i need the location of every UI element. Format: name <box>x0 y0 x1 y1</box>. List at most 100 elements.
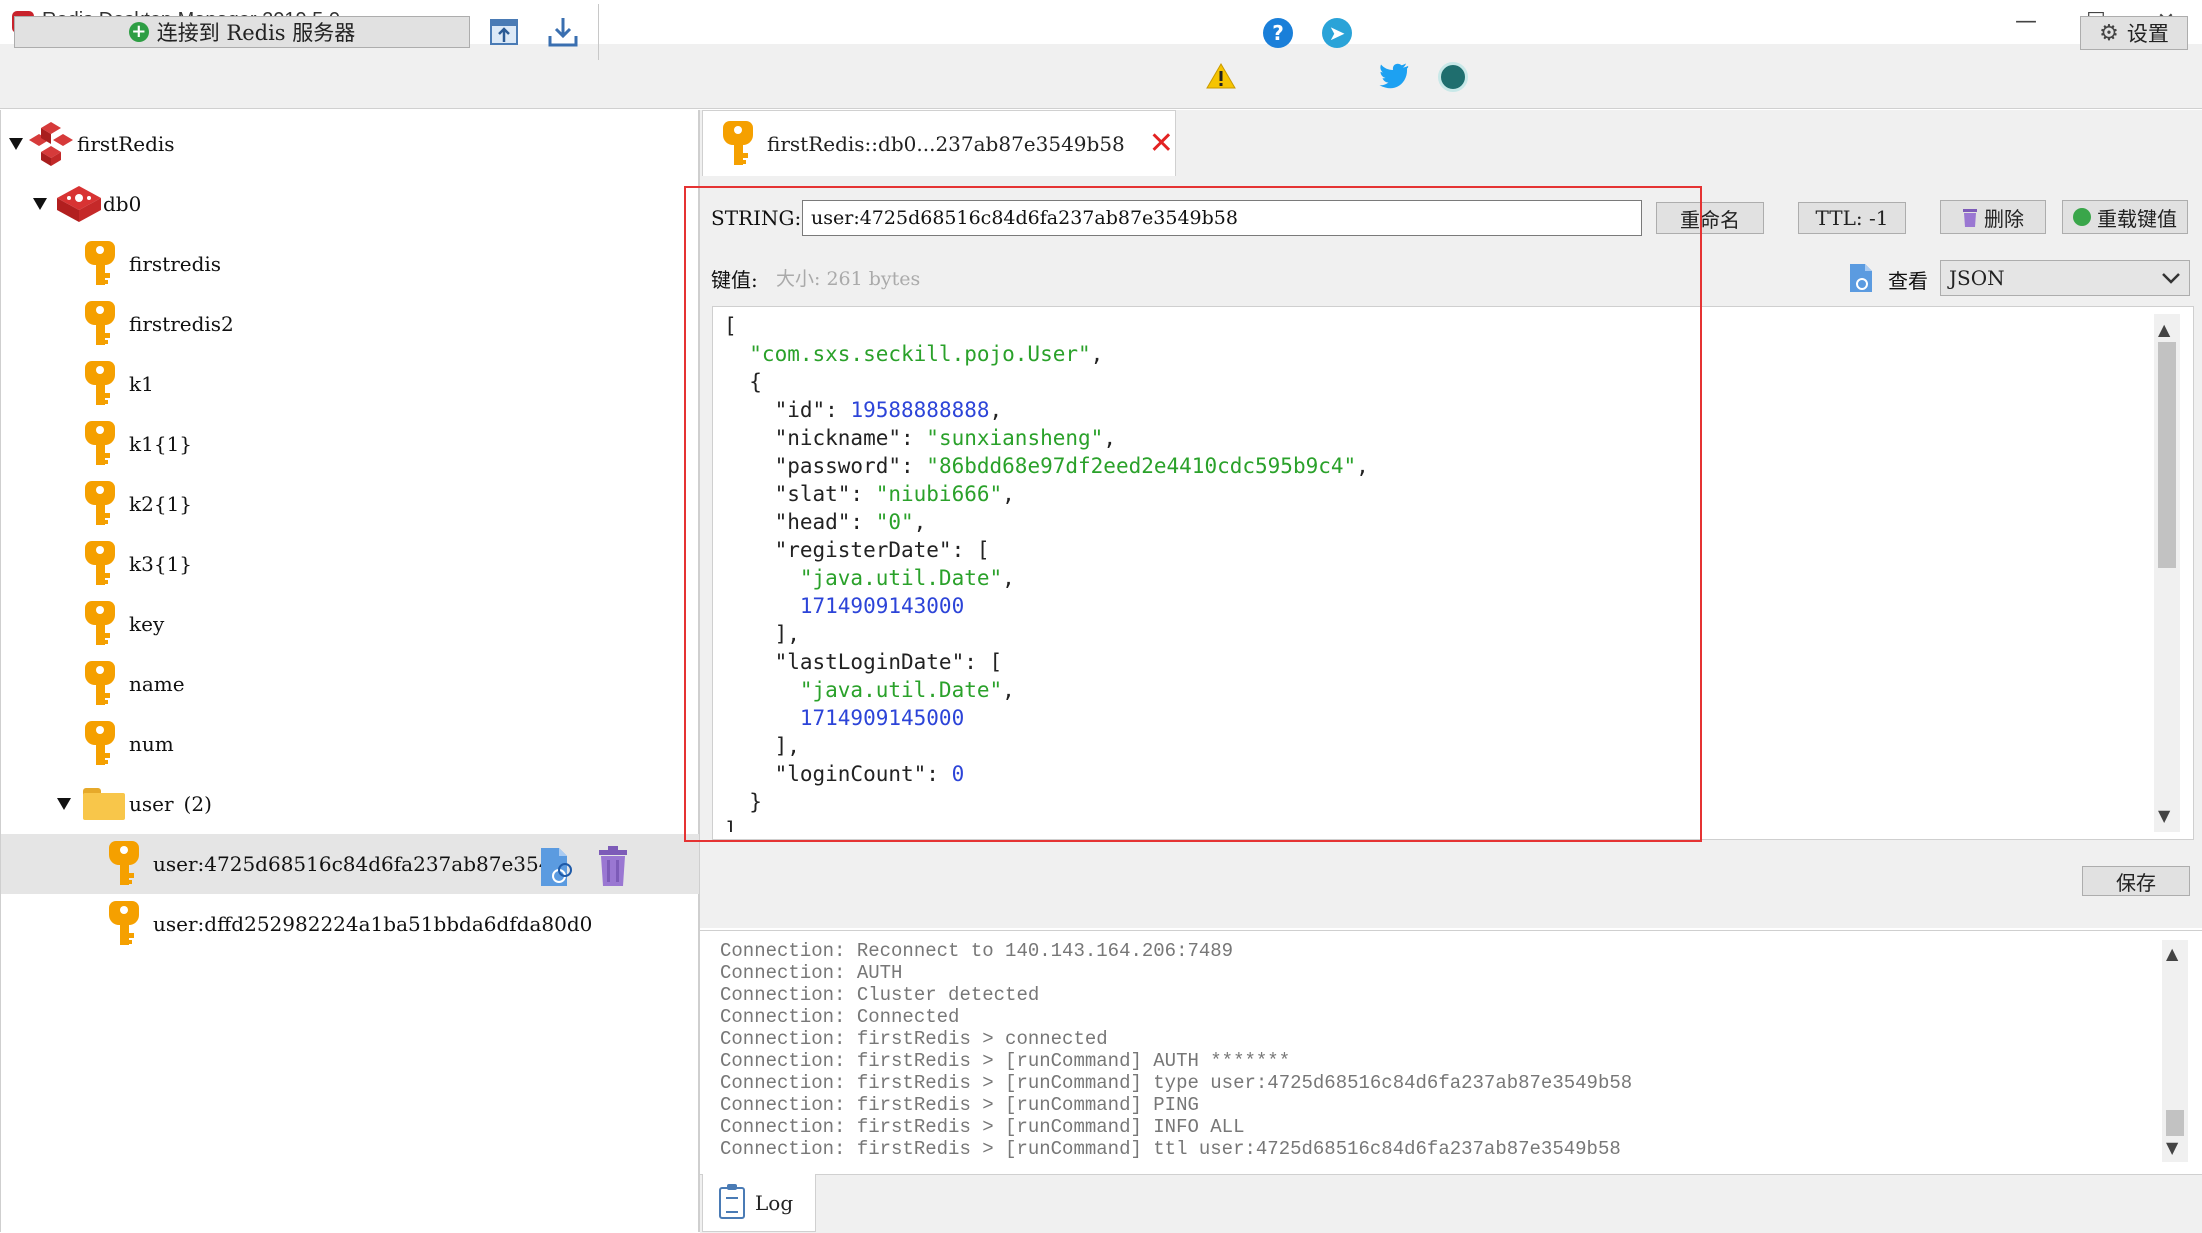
tree-item-key[interactable]: firstredis <box>1 234 699 294</box>
scrollbar-thumb[interactable] <box>2166 1110 2184 1136</box>
value-scrollbar[interactable]: ▲ ▼ <box>2154 314 2180 832</box>
key-name: firstredis2 <box>129 312 234 336</box>
log-line: Connection: firstRedis > [runCommand] AU… <box>720 1050 1291 1072</box>
log-text: Connection: Reconnect to 140.143.164.206… <box>720 940 2160 1160</box>
key-icon <box>85 481 115 527</box>
key-name: num <box>129 732 174 756</box>
key-icon <box>85 601 115 647</box>
save-button[interactable]: 保存 <box>2082 866 2190 896</box>
tree-item-folder-user[interactable]: user (2) <box>1 774 699 834</box>
github-icon[interactable] <box>1438 62 1468 92</box>
settings-label: 设置 <box>2126 22 2169 46</box>
key-icon <box>85 541 115 587</box>
key-name: key <box>129 612 165 636</box>
scroll-up-icon[interactable]: ▲ <box>2166 944 2178 963</box>
ttl-label: TTL: -1 <box>1815 206 1889 230</box>
reload-label: 重载键值 <box>2097 206 2177 231</box>
settings-button[interactable]: ⚙ 设置 <box>2080 16 2188 50</box>
export-icon[interactable] <box>545 14 581 50</box>
folder-icon <box>83 788 125 820</box>
key-icon <box>723 120 753 167</box>
key-name: name <box>129 672 185 696</box>
help-icon[interactable]: ? <box>1263 18 1293 48</box>
database-name: db0 <box>103 192 142 216</box>
scroll-up-icon[interactable]: ▲ <box>2158 320 2170 339</box>
tree-item-key-selected[interactable]: user:4725d68516c84d6fa237ab87e3549b58 <box>1 834 699 894</box>
add-icon: + <box>128 22 149 42</box>
connection-tree[interactable]: firstRedis db0 firstredis firstredis2 k1… <box>0 110 700 1232</box>
tree-item-key[interactable]: name <box>1 654 699 714</box>
key-name: user:dffd252982224a1ba51bbda6dfda80d0 <box>153 912 593 936</box>
database-icon <box>57 186 101 222</box>
scroll-down-icon[interactable]: ▼ <box>2158 806 2170 825</box>
log-line: Connection: firstRedis > [runCommand] tt… <box>720 1138 1621 1160</box>
view-mode-value: JSON <box>1949 266 2005 290</box>
view-label: 查看 <box>1888 269 1928 293</box>
key-icon <box>85 241 115 287</box>
reload-icon <box>2073 208 2091 226</box>
tree-item-connection[interactable]: firstRedis <box>1 114 699 174</box>
clipboard-icon <box>719 1183 745 1219</box>
key-icon <box>109 901 139 947</box>
key-name: firstredis <box>129 252 222 276</box>
redis-server-icon <box>29 122 73 166</box>
gear-icon: ⚙ <box>2099 20 2119 46</box>
import-icon[interactable] <box>487 14 523 50</box>
log-line: Connection: firstRedis > [runCommand] ty… <box>720 1072 1633 1094</box>
key-name: k2{1} <box>129 492 193 516</box>
expand-arrow-icon[interactable] <box>57 798 71 810</box>
copy-key-icon[interactable] <box>537 846 577 888</box>
log-line: Connection: firstRedis > [runCommand] IN… <box>720 1116 1245 1138</box>
trash-icon <box>1963 209 1977 227</box>
key-name: k3{1} <box>129 552 193 576</box>
toolbar <box>0 44 2202 109</box>
bottom-tab-bar <box>700 1174 2202 1233</box>
connect-server-button[interactable]: + 连接到 Redis 服务器 <box>14 16 470 48</box>
log-line: Connection: AUTH <box>720 962 903 984</box>
view-format-icon <box>1850 264 1872 292</box>
key-name: k1 <box>129 372 154 396</box>
tree-item-key[interactable]: k1 <box>1 354 699 414</box>
tree-item-key[interactable]: firstredis2 <box>1 294 699 354</box>
key-icon <box>85 361 115 407</box>
log-line: Connection: Cluster detected <box>720 984 1040 1006</box>
telegram-icon[interactable]: ➤ <box>1322 18 1352 48</box>
key-icon <box>85 301 115 347</box>
close-tab-icon[interactable]: ✕ <box>1149 128 1174 159</box>
save-label: 保存 <box>2116 870 2156 895</box>
expand-arrow-icon[interactable] <box>9 138 23 150</box>
tree-item-key[interactable]: key <box>1 594 699 654</box>
connection-name: firstRedis <box>77 132 175 156</box>
expand-arrow-icon[interactable] <box>33 198 47 210</box>
scrollbar-thumb[interactable] <box>2158 342 2176 568</box>
scroll-down-icon[interactable]: ▼ <box>2166 1138 2178 1157</box>
minimize-button[interactable]: — <box>2006 6 2046 38</box>
log-line: Connection: firstRedis > [runCommand] PI… <box>720 1094 1199 1116</box>
tree-item-key[interactable]: k1{1} <box>1 414 699 474</box>
tree-item-key[interactable]: k2{1} <box>1 474 699 534</box>
key-name: k1{1} <box>129 432 193 456</box>
tree-item-key[interactable]: user:dffd252982224a1ba51bbda6dfda80d0 <box>1 894 699 954</box>
warning-icon[interactable] <box>1206 62 1236 90</box>
connect-server-label: 连接到 Redis 服务器 <box>156 21 356 45</box>
tree-item-key[interactable]: k3{1} <box>1 534 699 594</box>
tab-log[interactable]: Log <box>702 1174 816 1232</box>
tree-item-key[interactable]: num <box>1 714 699 774</box>
key-icon <box>85 661 115 707</box>
twitter-icon[interactable] <box>1378 62 1410 90</box>
toolbar-divider <box>598 4 599 60</box>
highlight-box <box>684 186 1702 842</box>
folder-count: (2) <box>183 792 212 816</box>
tree-item-db0[interactable]: db0 <box>1 174 699 234</box>
log-scrollbar[interactable]: ▲ ▼ <box>2162 940 2188 1162</box>
delete-button[interactable]: 删除 <box>1940 200 2046 234</box>
key-icon <box>85 721 115 767</box>
reload-value-button[interactable]: 重载键值 <box>2062 200 2188 234</box>
ttl-button[interactable]: TTL: -1 <box>1798 202 1906 234</box>
chevron-down-icon <box>2162 273 2180 284</box>
log-line: Connection: firstRedis > connected <box>720 1028 1108 1050</box>
view-mode-select[interactable]: JSON <box>1940 260 2190 296</box>
delete-label: 删除 <box>1984 206 2024 231</box>
tab-key-editor[interactable]: firstRedis::db0...237ab87e3549b58 ✕ <box>702 110 1176 176</box>
delete-key-icon[interactable] <box>597 846 629 886</box>
